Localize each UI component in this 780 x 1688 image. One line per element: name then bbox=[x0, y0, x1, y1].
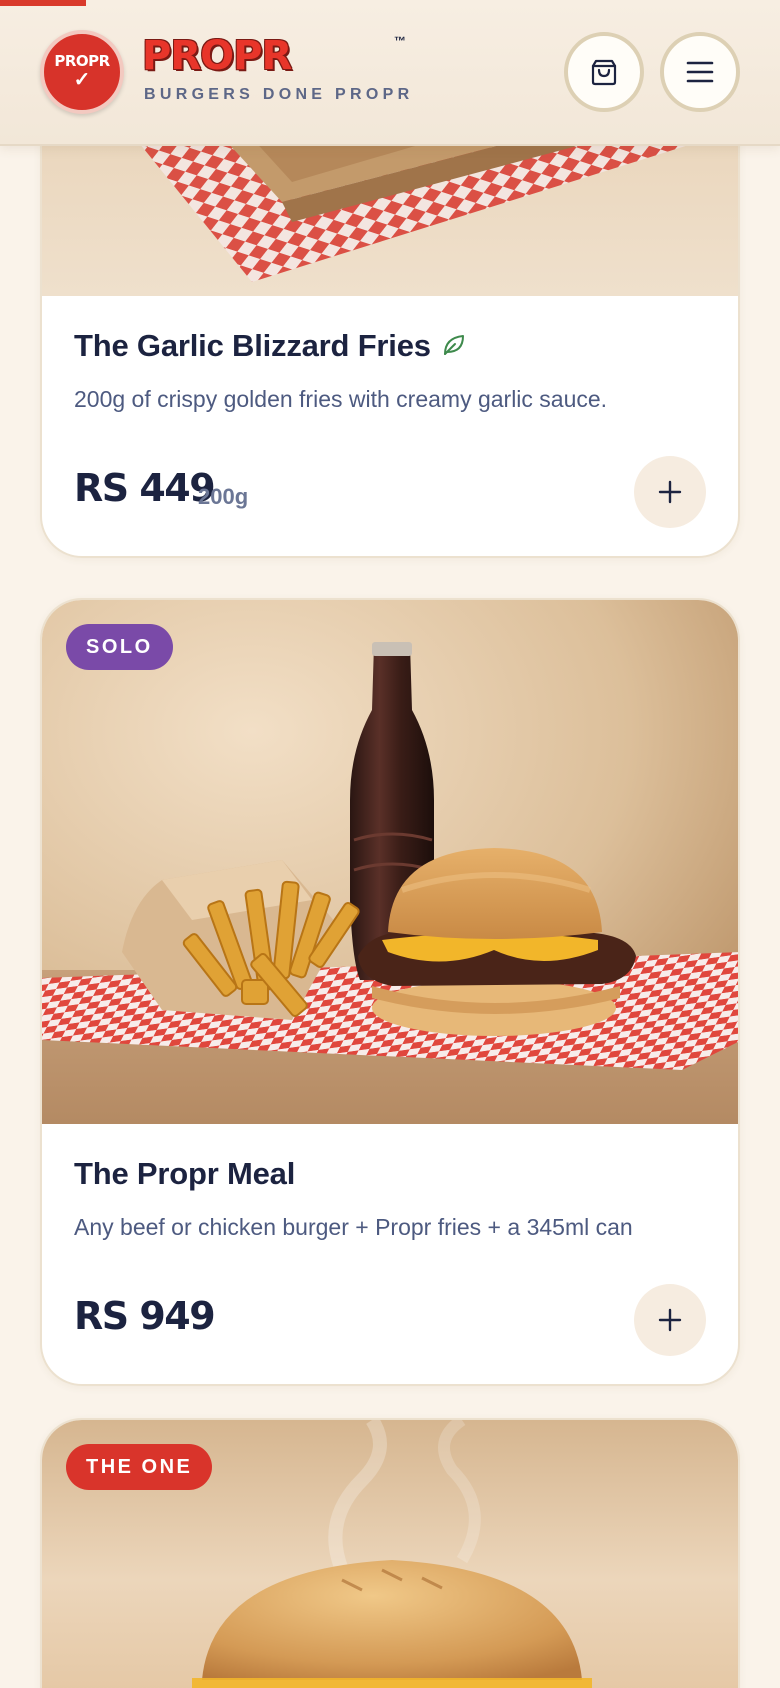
item-tag: SOLO bbox=[66, 624, 173, 670]
brand-tagline: BURGERS DONE PROPR bbox=[144, 86, 414, 103]
menu-button[interactable] bbox=[660, 32, 740, 112]
add-to-cart-button[interactable] bbox=[634, 1284, 706, 1356]
item-title: The Propr Meal bbox=[74, 1156, 296, 1191]
brand-name[interactable]: PROPR bbox=[142, 36, 292, 76]
item-description: 200g of crispy golden fries with creamy … bbox=[74, 386, 608, 412]
plus-icon bbox=[658, 480, 682, 504]
plus-icon bbox=[658, 1308, 682, 1332]
add-to-cart-button[interactable] bbox=[634, 456, 706, 528]
trademark-symbol: ™ bbox=[394, 34, 406, 48]
item-title-text: The Garlic Blizzard Fries bbox=[74, 328, 431, 363]
hamburger-menu-icon bbox=[686, 61, 714, 83]
cart-button[interactable] bbox=[564, 32, 644, 112]
check-icon: ✓ bbox=[73, 69, 91, 91]
item-description: Any beef or chicken burger + Propr fries… bbox=[74, 1214, 633, 1240]
item-price: RS 949 bbox=[74, 1294, 216, 1338]
shopping-bag-icon bbox=[591, 59, 617, 86]
propr-meal-photo bbox=[42, 600, 738, 1124]
logo-badge-text: PROPR bbox=[54, 52, 110, 70]
item-title: The Garlic Blizzard Fries bbox=[74, 328, 467, 364]
logo-badge[interactable]: PROPR ✓ bbox=[40, 30, 124, 114]
top-progress-accent bbox=[0, 0, 86, 6]
item-price: RS 449 bbox=[74, 466, 216, 510]
leaf-icon bbox=[443, 335, 464, 355]
menu-item-card[interactable]: SOLO The Propr Meal Any beef or chicken … bbox=[40, 598, 740, 1386]
menu-item-card[interactable]: THE ONE bbox=[40, 1418, 740, 1688]
site-header: PROPR ✓ PROPR ™ BURGERS DONE PROPR bbox=[0, 0, 780, 146]
item-tag: THE ONE bbox=[66, 1444, 213, 1490]
item-weight: 200g bbox=[198, 484, 249, 509]
